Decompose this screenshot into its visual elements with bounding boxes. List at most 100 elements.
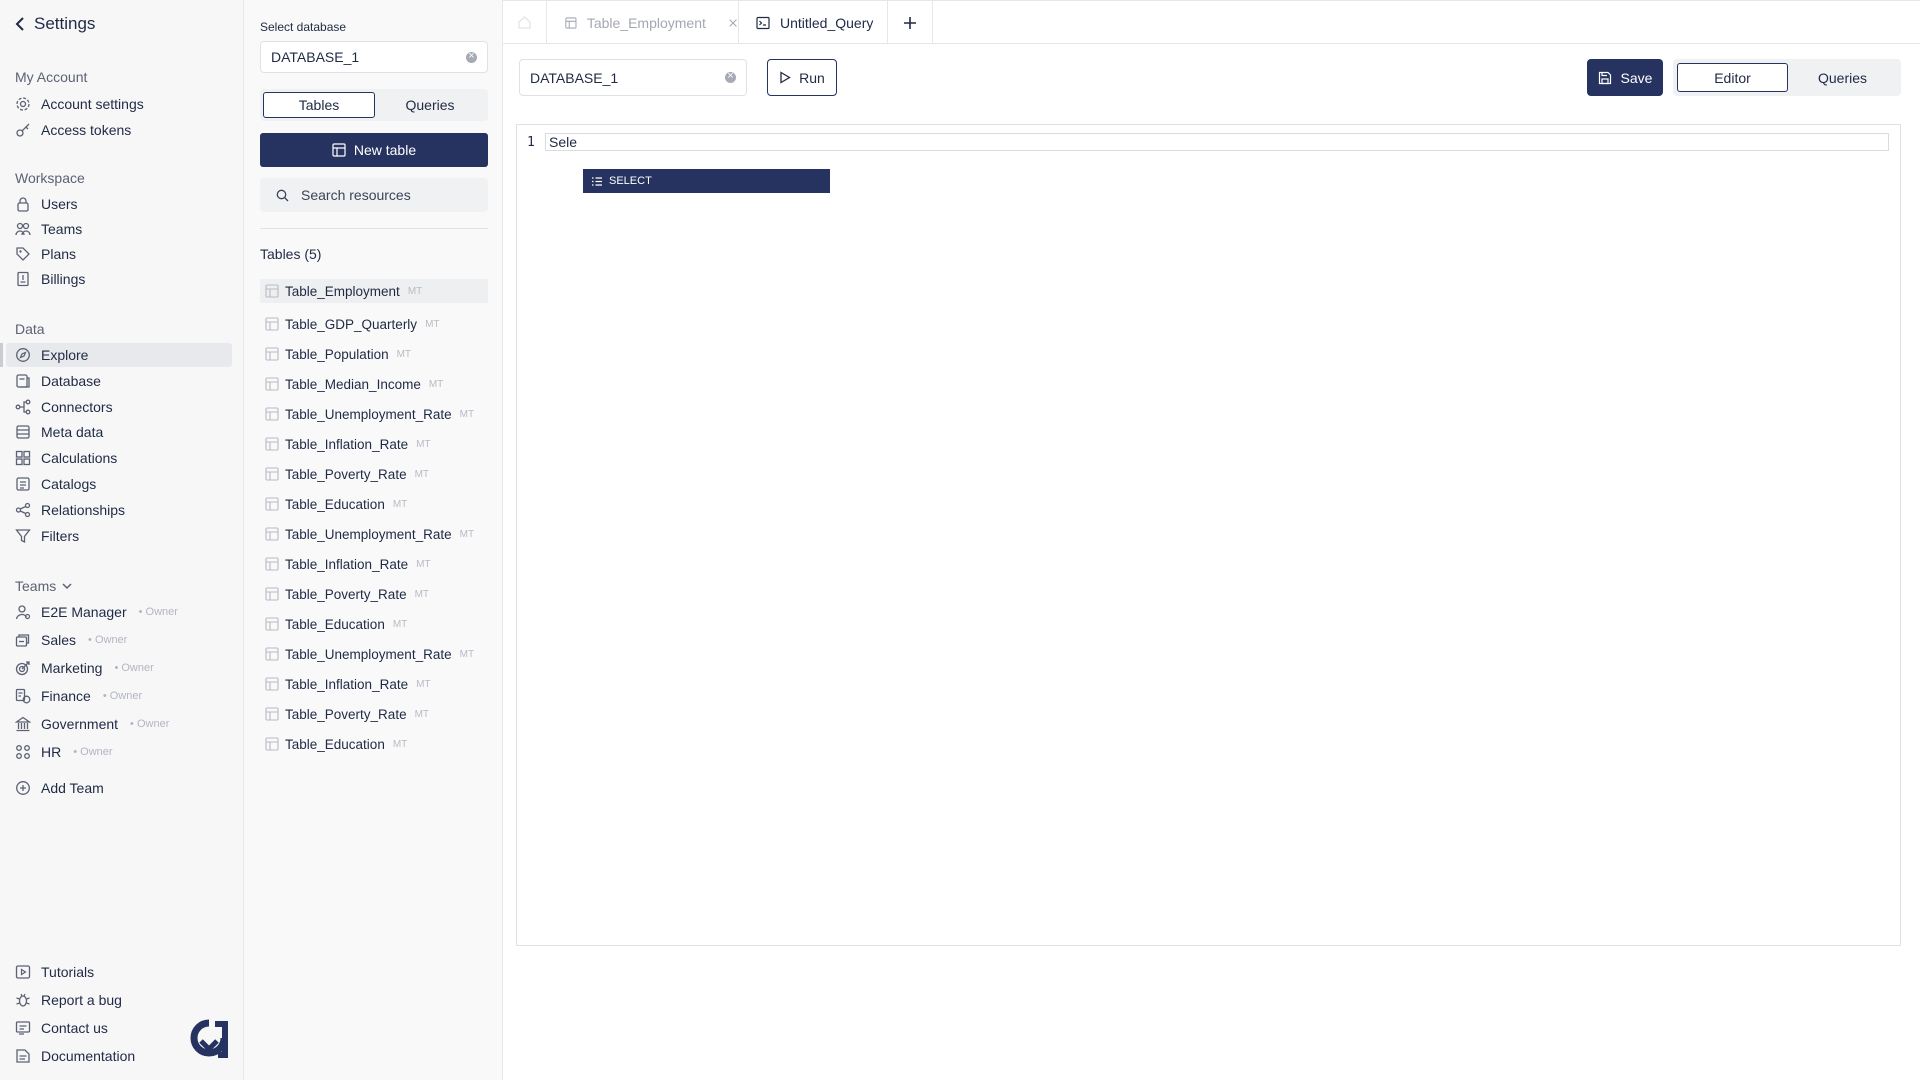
table-badge: MT bbox=[392, 498, 408, 510]
table-name: Table_GDP_Quarterly bbox=[285, 316, 418, 332]
table-list-item[interactable]: Table_Employment MT bbox=[260, 279, 488, 303]
sidebar-item-calculations[interactable]: Calculations bbox=[6, 446, 232, 470]
table-list-item[interactable]: Table_Poverty_Rate MT bbox=[260, 579, 488, 609]
tab-label: Table_Employment bbox=[586, 14, 706, 31]
tab-home[interactable] bbox=[503, 1, 547, 44]
add-team-button[interactable]: Add Team bbox=[6, 776, 232, 800]
video-icon bbox=[15, 964, 31, 980]
tab-tables[interactable]: Tables bbox=[263, 92, 375, 118]
table-name: Table_Education bbox=[285, 736, 385, 752]
app-window: Settings My Account Account settings Acc… bbox=[0, 0, 1920, 1080]
search-placeholder: Search resources bbox=[301, 187, 411, 203]
tab-table-employment[interactable]: Table_Employment bbox=[547, 1, 739, 44]
table-list-item[interactable]: Table_Inflation_Rate MT bbox=[260, 669, 488, 699]
sidebar-item-relationships[interactable]: Relationships bbox=[6, 498, 232, 522]
table-icon bbox=[265, 557, 279, 571]
close-icon[interactable] bbox=[728, 17, 738, 29]
table-name: Table_Unemployment_Rate bbox=[285, 526, 452, 542]
key-icon bbox=[15, 122, 31, 138]
sidebar-team-sales[interactable]: Sales • Owner bbox=[6, 628, 232, 652]
table-badge: MT bbox=[392, 618, 408, 630]
table-list-item[interactable]: Table_Poverty_Rate MT bbox=[260, 699, 488, 729]
table-list-item[interactable]: Table_Education MT bbox=[260, 609, 488, 639]
sidebar-item-users[interactable]: Users bbox=[6, 192, 232, 216]
table-badge: MT bbox=[416, 558, 431, 570]
table-list-item[interactable]: Table_Inflation_Rate MT bbox=[260, 549, 488, 579]
code-line[interactable]: 1 Sele bbox=[527, 133, 1889, 151]
table-name: Table_Education bbox=[285, 496, 385, 512]
sidebar-item-label: Teams bbox=[41, 221, 83, 237]
teams-icon bbox=[15, 221, 31, 237]
sidebar-item-meta-data[interactable]: Meta data bbox=[6, 420, 232, 444]
table-icon bbox=[265, 617, 279, 631]
table-icon bbox=[265, 587, 279, 601]
table-list-item[interactable]: Table_Education MT bbox=[260, 729, 488, 759]
sidebar-team-marketing[interactable]: Marketing • Owner bbox=[6, 656, 232, 680]
table-list-item[interactable]: Table_Median_Income MT bbox=[260, 369, 488, 399]
sidebar-item-label: Calculations bbox=[41, 450, 118, 466]
sidebar-item-plans[interactable]: Plans bbox=[6, 242, 232, 266]
clear-icon[interactable] bbox=[466, 49, 477, 63]
sidebar-item-connectors[interactable]: Connectors bbox=[6, 395, 232, 419]
share-icon bbox=[15, 502, 31, 518]
sidebar-item-label: Connectors bbox=[41, 399, 113, 415]
table-list-item[interactable]: Table_Poverty_Rate MT bbox=[260, 459, 488, 489]
tab-queries-view[interactable]: Queries bbox=[1788, 63, 1897, 92]
search-resources-input[interactable]: Search resources bbox=[260, 178, 488, 212]
sidebar-item-report-bug[interactable]: Report a bug bbox=[6, 988, 232, 1012]
table-list-item[interactable]: Table_Unemployment_Rate MT bbox=[260, 519, 488, 549]
connectors-icon bbox=[15, 399, 31, 415]
add-tab-button[interactable] bbox=[888, 1, 933, 44]
team-role: • Owner bbox=[102, 690, 143, 702]
tab-queries[interactable]: Queries bbox=[375, 92, 485, 118]
team-role: • Owner bbox=[73, 746, 113, 758]
sidebar-team-e2e-manager[interactable]: E2E Manager • Owner bbox=[6, 600, 232, 624]
table-badge: MT bbox=[414, 588, 430, 600]
sidebar-team-hr[interactable]: HR • Owner bbox=[6, 740, 232, 764]
code-text[interactable]: Sele bbox=[545, 133, 1889, 151]
sidebar-item-label: Database bbox=[41, 373, 101, 389]
table-badge: MT bbox=[414, 468, 430, 480]
sidebar-item-label: Filters bbox=[41, 528, 80, 544]
sidebar-team-finance[interactable]: Finance • Owner bbox=[6, 684, 232, 708]
section-data: Data bbox=[15, 321, 45, 337]
sidebar-item-access-tokens[interactable]: Access tokens bbox=[6, 118, 232, 142]
sidebar-item-tutorials[interactable]: Tutorials bbox=[6, 960, 232, 984]
table-list-item[interactable]: Table_Education MT bbox=[260, 489, 488, 519]
database-select[interactable]: DATABASE_1 bbox=[260, 41, 488, 73]
table-list-item[interactable]: Table_Unemployment_Rate MT bbox=[260, 399, 488, 429]
sidebar-item-billings[interactable]: Billings bbox=[6, 267, 232, 291]
table-list-item[interactable]: Table_Unemployment_Rate MT bbox=[260, 639, 488, 669]
sidebar-item-account-settings[interactable]: Account settings bbox=[6, 92, 232, 116]
section-my-account: My Account bbox=[15, 69, 88, 85]
sidebar-item-teams[interactable]: Teams bbox=[6, 217, 232, 241]
view-toggle: Editor Queries bbox=[1673, 59, 1901, 96]
autocomplete-suggestion[interactable]: SELECT bbox=[583, 169, 830, 193]
sidebar-item-label: Contact us bbox=[41, 1020, 108, 1036]
table-list-item[interactable]: Table_Population MT bbox=[260, 339, 488, 369]
calculations-icon bbox=[15, 450, 31, 466]
sidebar-item-explore[interactable]: Explore bbox=[0, 343, 232, 367]
gear-icon bbox=[15, 96, 31, 112]
sidebar-team-government[interactable]: Government • Owner bbox=[6, 712, 232, 736]
tab-editor[interactable]: Editor bbox=[1677, 63, 1788, 92]
plus-icon bbox=[904, 16, 916, 29]
sidebar-item-catalogs[interactable]: Catalogs bbox=[6, 472, 232, 496]
sql-editor[interactable]: 1 Sele SELECT bbox=[516, 124, 1901, 946]
run-button[interactable]: Run bbox=[767, 59, 837, 96]
sidebar-item-database[interactable]: Database bbox=[6, 369, 232, 393]
editor-database-select[interactable]: DATABASE_1 bbox=[519, 59, 747, 96]
tab-untitled-query[interactable]: Untitled_Query bbox=[739, 1, 888, 44]
table-list-item[interactable]: Table_GDP_Quarterly MT bbox=[260, 309, 488, 339]
save-button[interactable]: Save bbox=[1587, 59, 1663, 96]
table-name: Table_Poverty_Rate bbox=[285, 586, 407, 602]
section-teams-toggle[interactable]: Teams bbox=[15, 578, 72, 594]
table-list-item[interactable]: Table_Inflation_Rate MT bbox=[260, 429, 488, 459]
sidebar-item-filters[interactable]: Filters bbox=[6, 524, 232, 548]
clear-icon[interactable] bbox=[725, 69, 736, 83]
table-name: Table_Inflation_Rate bbox=[285, 676, 409, 692]
new-table-button[interactable]: New table bbox=[260, 133, 488, 167]
team-label: E2E Manager bbox=[41, 604, 127, 620]
back-to-settings-button[interactable]: Settings bbox=[14, 14, 95, 34]
divider bbox=[260, 228, 488, 229]
